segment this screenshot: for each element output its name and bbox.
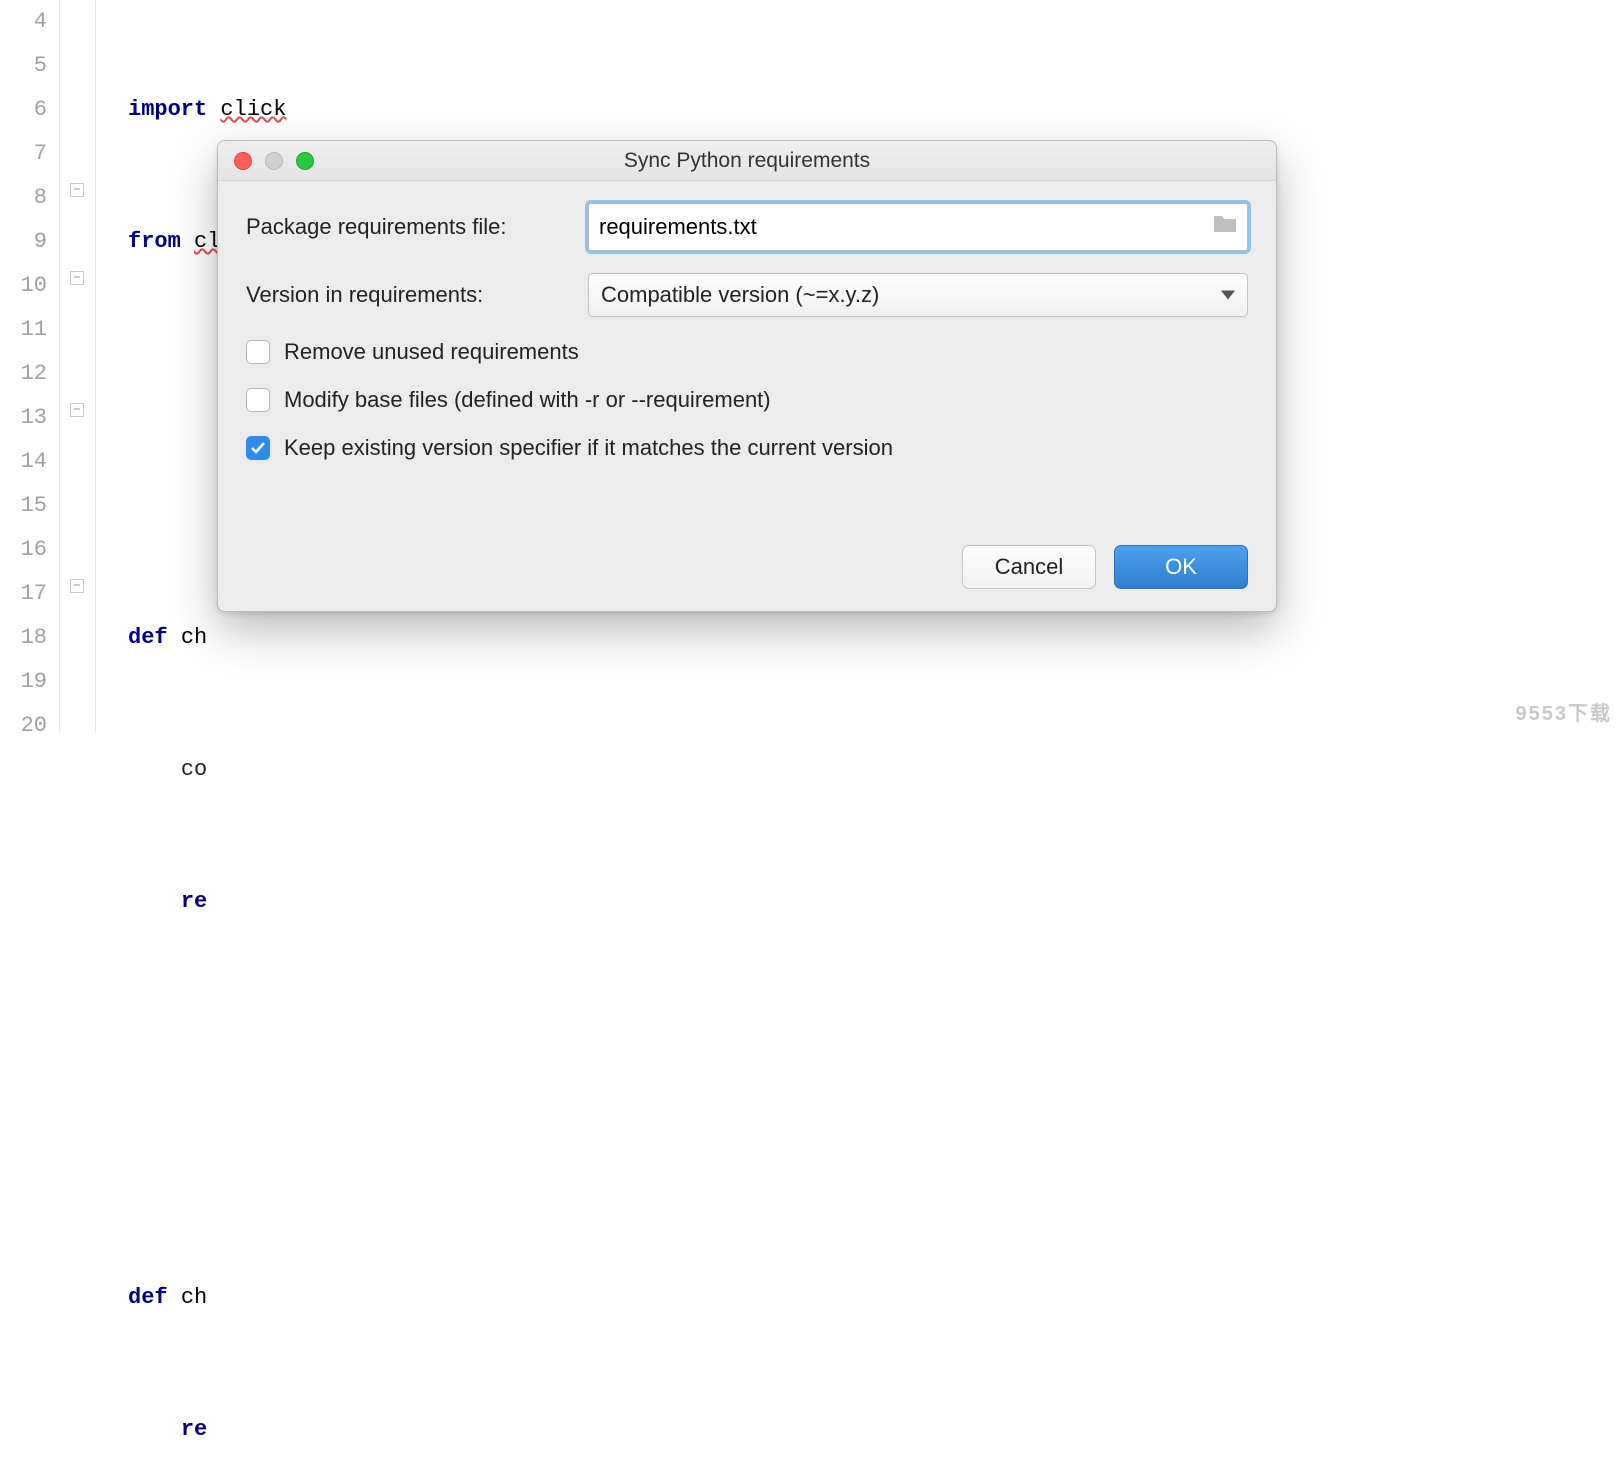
line-number: 10	[0, 264, 47, 308]
folder-browse-icon[interactable]	[1212, 214, 1238, 240]
line-number: 8	[0, 176, 47, 220]
line-number: 14	[0, 440, 47, 484]
version-select[interactable]: Compatible version (~=x.y.z)	[588, 273, 1248, 317]
fold-marker-icon[interactable]: −	[70, 579, 84, 593]
line-number: 15	[0, 484, 47, 528]
fold-marker-icon[interactable]: −	[70, 183, 84, 197]
line-number: 12	[0, 352, 47, 396]
ok-button[interactable]: OK	[1114, 545, 1248, 589]
code-line: def ch	[128, 616, 1620, 660]
keep-existing-row[interactable]: Keep existing version specifier if it ma…	[246, 435, 1248, 461]
chevron-down-icon	[1221, 291, 1235, 300]
code-line: co	[128, 748, 1620, 792]
code-line: def ch	[128, 1276, 1620, 1320]
modify-base-checkbox[interactable]	[246, 388, 270, 412]
line-number: 13	[0, 396, 47, 440]
fold-column: − − − −	[60, 0, 96, 732]
version-row: Version in requirements: Compatible vers…	[246, 273, 1248, 317]
remove-unused-label: Remove unused requirements	[284, 339, 579, 365]
package-file-label: Package requirements file:	[246, 214, 588, 240]
dialog-title: Sync Python requirements	[218, 149, 1276, 173]
sync-requirements-dialog: Sync Python requirements Package require…	[217, 140, 1277, 612]
modify-base-label: Modify base files (defined with -r or --…	[284, 387, 771, 413]
code-line: re	[128, 880, 1620, 924]
code-line	[128, 1144, 1620, 1188]
line-number: 16	[0, 528, 47, 572]
watermark: 9553下载	[1516, 697, 1613, 726]
line-number: 7	[0, 132, 47, 176]
line-number: 6	[0, 88, 47, 132]
line-number: 5	[0, 44, 47, 88]
dialog-titlebar: Sync Python requirements	[218, 141, 1276, 181]
line-number-gutter: 4 5 6 7 8 9 10 11 12 13 14 15 16 17 18 1…	[0, 0, 60, 732]
dialog-buttons: Cancel OK	[962, 545, 1248, 589]
keep-existing-label: Keep existing version specifier if it ma…	[284, 435, 893, 461]
version-select-value: Compatible version (~=x.y.z)	[601, 282, 879, 308]
fold-marker-icon[interactable]: −	[70, 403, 84, 417]
version-label: Version in requirements:	[246, 282, 588, 308]
package-file-row: Package requirements file:	[246, 203, 1248, 251]
fold-marker-icon[interactable]: −	[70, 271, 84, 285]
code-line	[128, 1012, 1620, 1056]
package-file-input[interactable]	[588, 203, 1248, 251]
code-line: re	[128, 1408, 1620, 1452]
line-number: 11	[0, 308, 47, 352]
line-number: 19	[0, 660, 47, 704]
dialog-form: Package requirements file: Version in re…	[218, 181, 1276, 461]
line-number: 18	[0, 616, 47, 660]
line-number: 4	[0, 0, 47, 44]
cancel-button[interactable]: Cancel	[962, 545, 1096, 589]
line-number: 17	[0, 572, 47, 616]
line-number: 20	[0, 704, 47, 748]
keep-existing-checkbox[interactable]	[246, 436, 270, 460]
line-number: 9	[0, 220, 47, 264]
package-file-input-wrap	[588, 203, 1248, 251]
code-line: import click	[128, 88, 1620, 132]
remove-unused-row[interactable]: Remove unused requirements	[246, 339, 1248, 365]
remove-unused-checkbox[interactable]	[246, 340, 270, 364]
modify-base-row[interactable]: Modify base files (defined with -r or --…	[246, 387, 1248, 413]
